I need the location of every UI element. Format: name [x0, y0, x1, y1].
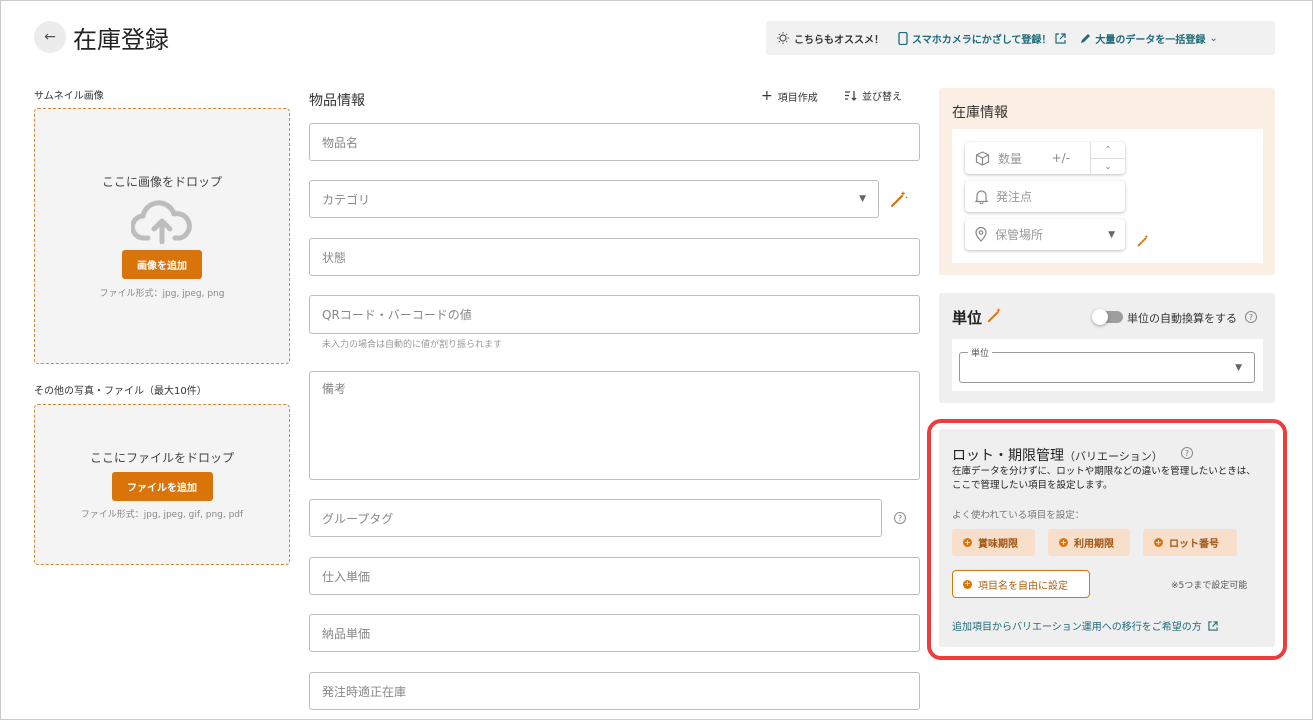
item-name-field[interactable]: 物品名	[309, 123, 920, 161]
external-link-icon	[1055, 32, 1067, 44]
lightbulb-icon	[777, 32, 789, 44]
dropdown-caret-icon: ▼	[1235, 363, 1242, 373]
add-field-button[interactable]: + 項目作成	[761, 88, 818, 104]
plus-circle-icon: +	[963, 537, 972, 547]
quantity-stepper-arrows[interactable]: ⌃ ⌄	[1090, 142, 1125, 174]
quantity-stepper[interactable]: 数量 +/- ⌃ ⌄	[965, 142, 1125, 174]
magic-wand-icon[interactable]	[890, 190, 908, 212]
page-title: 在庫登録	[73, 26, 169, 54]
cloud-upload-icon	[131, 200, 192, 244]
files-label: その他の写真・ファイル（最大10件）	[34, 386, 207, 397]
category-select[interactable]: カテゴリ ▼	[309, 180, 879, 218]
add-file-button[interactable]: ファイルを追加	[111, 472, 213, 501]
arrow-left-icon: ←	[44, 29, 56, 45]
group-tag-field[interactable]: グループタグ	[309, 499, 882, 537]
files-format-hint: ファイル形式：jpg, jpeg, gif, png, pdf	[80, 510, 244, 520]
chevron-down-icon[interactable]: ⌄	[1091, 159, 1125, 175]
plus-circle-icon: +	[963, 579, 972, 589]
delivery-price-field[interactable]: 納品単価	[309, 614, 920, 652]
lot-title: ロット・期限管理 （バリエーション）	[952, 448, 1163, 464]
help-icon[interactable]: ?	[1181, 447, 1193, 459]
chip-use-by[interactable]: + 利用期限	[1048, 529, 1130, 556]
auto-convert-toggle[interactable]	[1092, 309, 1123, 325]
plus-minus-icon[interactable]: +/-	[1052, 151, 1070, 165]
chevron-down-icon: ⌄	[1209, 32, 1218, 44]
add-image-button[interactable]: 画像を追加	[122, 250, 202, 279]
custom-field-button[interactable]: + 項目名を自由に設定	[952, 570, 1090, 598]
reorder-stock-field[interactable]: 発注時適正在庫	[309, 672, 920, 710]
external-link-icon	[1208, 620, 1218, 631]
header-recommend-bar: こちらもオススメ！ スマホカメラにかざして登録！ 大量のデータを一括登録 ⌄	[766, 21, 1275, 55]
sort-button[interactable]: 並び替え	[844, 88, 902, 103]
qr-code-helper: 未入力の場合は自動的に値が割り振られます	[322, 340, 503, 350]
plus-circle-icon: +	[1154, 537, 1163, 547]
condition-field[interactable]: 状態	[309, 238, 920, 276]
magic-wand-icon[interactable]	[1137, 232, 1150, 251]
thumbnail-drop-text: ここに画像をドロップ	[101, 175, 222, 189]
location-select[interactable]: 保管場所 ▼	[965, 219, 1125, 250]
unit-select[interactable]: ▼	[959, 352, 1255, 383]
unit-title: 単位	[952, 309, 983, 327]
note-textarea[interactable]: 備考	[309, 371, 920, 480]
smartphone-icon	[898, 31, 908, 45]
plus-circle-icon: +	[1059, 537, 1068, 547]
back-button[interactable]: ←	[34, 21, 66, 53]
common-fields-label: よく使われている項目を設定：	[952, 510, 1085, 521]
location-pin-icon	[975, 227, 987, 242]
thumbnail-format-hint: ファイル形式：jpg, jpeg, png	[99, 289, 225, 299]
migration-link[interactable]: 追加項目からバリエーション運用への移行をご希望の方	[952, 618, 1218, 633]
bulk-register-link[interactable]: 大量のデータを一括登録 ⌄	[1080, 31, 1218, 46]
magic-wand-icon[interactable]	[987, 307, 1003, 327]
files-drop-text: ここにファイルをドロップ	[89, 451, 234, 465]
box-icon	[975, 150, 990, 166]
files-dropzone[interactable]: ここにファイルをドロップ ファイルを追加 ファイル形式：jpg, jpeg, g…	[34, 404, 290, 565]
reorder-point-field[interactable]: 発注点	[965, 181, 1125, 212]
plus-icon: +	[761, 88, 773, 104]
camera-register-link[interactable]: スマホカメラにかざして登録！	[898, 31, 1067, 46]
dropdown-caret-icon: ▼	[1108, 229, 1115, 240]
sort-icon	[845, 91, 857, 101]
limit-note: ※5つまで設定可能	[1171, 581, 1248, 591]
thumbnail-label: サムネイル画像	[34, 91, 104, 102]
chevron-up-icon[interactable]: ⌃	[1091, 142, 1125, 159]
help-icon[interactable]: ?	[1245, 311, 1257, 323]
chip-lot-number[interactable]: + ロット番号	[1143, 529, 1237, 556]
item-info-title: 物品情報	[309, 93, 365, 109]
stock-info-title: 在庫情報	[952, 105, 1008, 121]
bell-icon	[975, 190, 988, 204]
recommend-label: こちらもオススメ！	[776, 31, 884, 46]
help-icon[interactable]: ?	[894, 512, 906, 524]
pencil-icon	[1081, 33, 1091, 43]
qr-code-field[interactable]: QRコード・バーコードの値	[309, 295, 920, 334]
unit-select-legend: 単位	[968, 346, 993, 359]
chip-best-before[interactable]: + 賞味期限	[952, 529, 1035, 556]
thumbnail-dropzone[interactable]: ここに画像をドロップ 画像を追加 ファイル形式：jpg, jpeg, png	[34, 108, 290, 364]
purchase-price-field[interactable]: 仕入単価	[309, 557, 920, 595]
lot-description: 在庫データを分けずに、ロットや期限などの違いを管理したいときは、ここで管理したい…	[952, 466, 1256, 491]
auto-convert-label: 単位の自動換算をする	[1127, 312, 1237, 325]
dropdown-caret-icon: ▼	[859, 194, 866, 204]
